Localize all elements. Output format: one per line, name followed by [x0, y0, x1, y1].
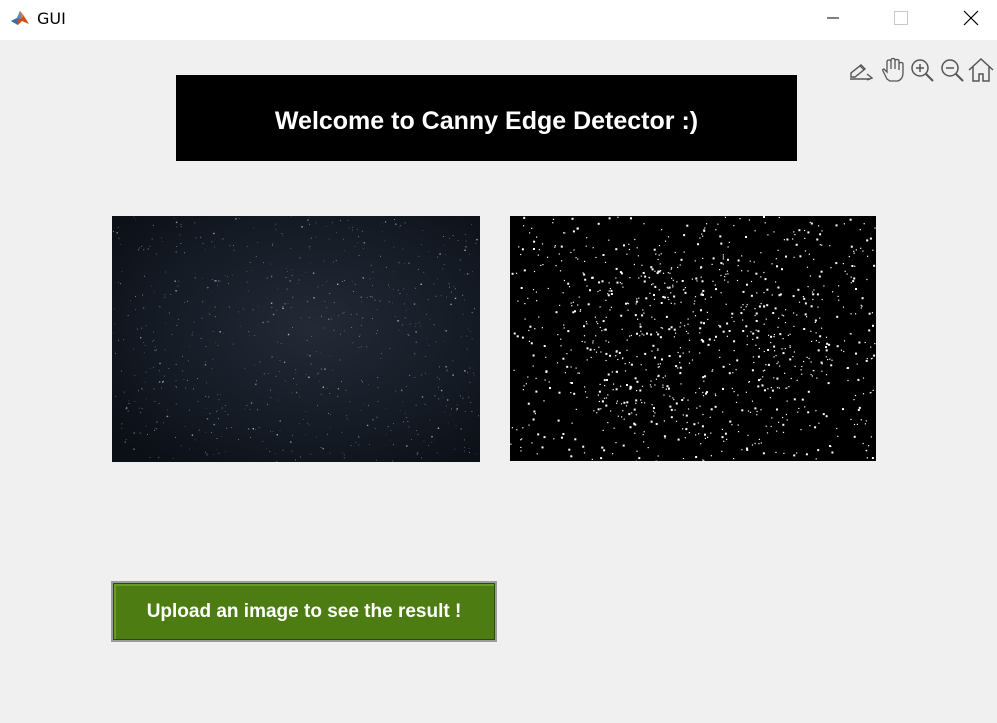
zoom-in-button[interactable] — [908, 55, 936, 85]
home-icon — [967, 56, 995, 84]
brush-icon — [848, 58, 874, 82]
welcome-banner: Welcome to Canny Edge Detector :) — [176, 75, 797, 161]
original-image-axes — [112, 216, 480, 462]
edge-image-axes — [510, 216, 876, 461]
axes-toolbar — [847, 55, 997, 87]
minimize-button[interactable] — [810, 0, 856, 36]
upload-image-button[interactable]: Upload an image to see the result ! — [111, 581, 497, 642]
brush-button[interactable] — [847, 55, 875, 85]
home-button[interactable] — [967, 55, 995, 85]
upload-button-label: Upload an image to see the result ! — [146, 600, 462, 622]
pan-button[interactable] — [878, 55, 906, 85]
window-title: GUI — [37, 9, 66, 28]
starfield-photo — [112, 216, 480, 462]
zoom-out-button[interactable] — [938, 55, 966, 85]
close-icon — [963, 10, 979, 26]
minimize-icon — [826, 11, 840, 25]
zoom-in-icon — [909, 57, 935, 83]
maximize-icon — [893, 10, 909, 26]
title-bar: GUI — [0, 0, 997, 40]
banner-text: Welcome to Canny Edge Detector :) — [274, 106, 699, 135]
canny-edge-output — [510, 216, 876, 461]
close-button[interactable] — [948, 0, 994, 36]
matlab-icon — [9, 7, 31, 29]
maximize-button[interactable] — [878, 0, 924, 36]
pan-hand-icon — [879, 57, 905, 83]
zoom-out-icon — [939, 57, 965, 83]
